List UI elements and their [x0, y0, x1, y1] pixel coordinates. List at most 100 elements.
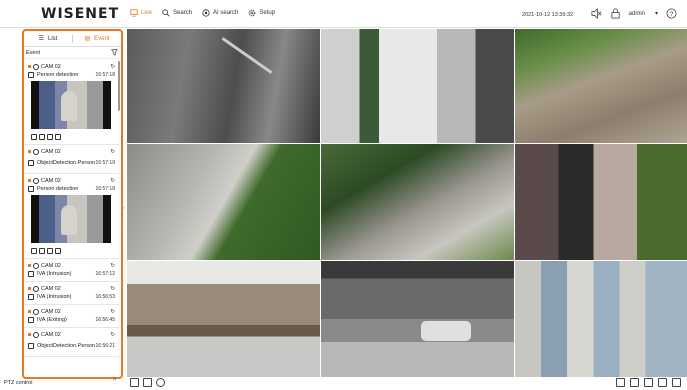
event-marker [28, 264, 31, 267]
nav-ai-search[interactable]: AI search [202, 9, 238, 17]
tab-event[interactable]: ▤ Event [73, 31, 121, 46]
tab-event-label: Event [94, 35, 110, 42]
event-actions [28, 246, 115, 255]
person-detect-icon [28, 186, 34, 192]
event-panel: ☰ List ▤ Event Event CAM 02 ↻ Person det… [22, 29, 123, 379]
event-marker [28, 310, 31, 313]
attribute-icon [55, 133, 61, 140]
search-icon [162, 9, 170, 17]
stats-icon[interactable] [644, 378, 653, 387]
camera-icon [33, 63, 39, 70]
sequence-icon[interactable] [630, 378, 639, 387]
event-time: 16:57:19 [95, 160, 115, 166]
playback-icon[interactable]: ↻ [110, 332, 115, 338]
aspect-ratio-icon[interactable] [658, 378, 667, 387]
event-item[interactable]: CAM 02 ↻ Person detection 16:57:18 [24, 174, 119, 259]
tab-list[interactable]: ☰ List [24, 31, 72, 46]
event-marker [28, 150, 31, 153]
event-camera: CAM 02 [41, 148, 61, 155]
camera-icon [33, 308, 39, 315]
nav-search-label: Search [173, 10, 193, 16]
person-icon [31, 247, 37, 254]
exit-icon [28, 317, 34, 323]
video-tile-2[interactable] [321, 29, 514, 143]
face-icon [39, 247, 45, 254]
playback-icon[interactable]: ↻ [110, 309, 115, 315]
nav-live[interactable]: Live [130, 9, 152, 17]
ptz-control-label[interactable]: PTZ control [4, 380, 32, 386]
top-right-icons: admin ▾ ? [591, 8, 677, 19]
playback-icon[interactable]: ↻ [110, 263, 115, 269]
event-item[interactable]: CAM 02 ↻ ObjectDetection.Person 16:56:21 [24, 328, 119, 357]
gear-icon [249, 9, 256, 17]
filter-icon[interactable] [111, 49, 118, 56]
event-camera: CAM 02 [41, 331, 61, 338]
help-icon[interactable]: ? [666, 8, 677, 19]
event-time: 16:57:12 [95, 271, 115, 277]
live-icon [130, 9, 138, 17]
event-item[interactable]: CAM 02 ↻ Person detection 16:57:18 [24, 60, 119, 145]
event-thumbnail[interactable] [31, 81, 111, 129]
chevron-down-icon: ▾ [654, 11, 658, 17]
playback-icon[interactable]: ↻ [110, 286, 115, 292]
event-item[interactable]: CAM 02 ↻ IVA (Exiting) 16:56:45 [24, 305, 119, 328]
event-thumbnail[interactable] [31, 195, 111, 243]
object-detect-icon [28, 343, 34, 349]
bottom-bar: PTZ control ^ [0, 377, 687, 390]
event-type: ObjectDetection.Person [37, 160, 96, 166]
playback-icon[interactable]: ↻ [110, 149, 115, 155]
playback-icon[interactable]: ↻ [110, 64, 115, 70]
event-item[interactable]: CAM 02 ↻ IVA (Intrusion) 16:57:12 [24, 259, 119, 282]
video-tile-3[interactable] [515, 29, 687, 143]
nav-search[interactable]: Search [162, 9, 192, 17]
vehicle-icon [47, 247, 53, 254]
video-tile-1[interactable] [127, 29, 320, 143]
iva-icon [28, 294, 34, 300]
event-item[interactable]: CAM 02 ↻ IVA (Intrusion) 16:56:53 [24, 282, 119, 305]
video-tile-8[interactable] [321, 261, 514, 377]
video-tile-6[interactable] [515, 144, 687, 260]
bottom-right-tools [616, 378, 681, 387]
event-section-label: Event [26, 49, 41, 56]
video-tile-4[interactable] [127, 144, 320, 260]
audio-icon[interactable] [143, 378, 152, 387]
nav-setup[interactable]: Setup [248, 9, 275, 17]
user-name: admin [628, 10, 645, 17]
lock-icon[interactable] [610, 8, 621, 19]
camera-icon [33, 285, 39, 292]
record-icon[interactable] [156, 378, 165, 387]
camera-icon [33, 148, 39, 155]
event-actions [28, 132, 115, 141]
video-tile-5[interactable] [321, 144, 514, 260]
event-type: IVA (Intrusion) [37, 271, 72, 277]
event-type: Person detection [37, 186, 79, 192]
event-camera: CAM 02 [41, 308, 61, 315]
list-icon: ☰ [38, 36, 45, 42]
chevron-up-icon[interactable]: ^ [113, 378, 116, 385]
event-item[interactable]: CAM 02 ↻ ObjectDetection.Person 16:57:19 [24, 145, 119, 174]
event-camera: CAM 02 [41, 63, 61, 70]
panel-collapse-handle[interactable]: ‹ [123, 205, 125, 212]
popout-icon[interactable] [130, 378, 139, 387]
bottom-left-tools [130, 378, 165, 387]
tab-list-label: List [48, 35, 58, 42]
object-detect-icon [28, 160, 34, 166]
mute-icon[interactable] [591, 8, 602, 19]
event-marker [28, 179, 31, 182]
event-header: Event [24, 47, 121, 59]
person-icon [31, 133, 37, 140]
event-marker [28, 333, 31, 336]
event-camera: CAM 02 [41, 262, 61, 269]
event-camera: CAM 02 [41, 285, 61, 292]
camera-icon [33, 262, 39, 269]
video-tile-9[interactable] [515, 261, 687, 377]
top-bar: WISENET Live Search AI search Setup 2021… [0, 0, 687, 28]
app-logo: WISENET [41, 6, 120, 22]
fullscreen-icon[interactable] [672, 378, 681, 387]
user-select[interactable]: admin ▾ [628, 10, 658, 18]
playback-icon[interactable]: ↻ [110, 178, 115, 184]
video-tile-7[interactable] [127, 261, 320, 377]
nav-setup-label: Setup [259, 10, 276, 16]
layout-icon[interactable] [616, 378, 625, 387]
event-type: IVA (Intrusion) [37, 294, 72, 300]
